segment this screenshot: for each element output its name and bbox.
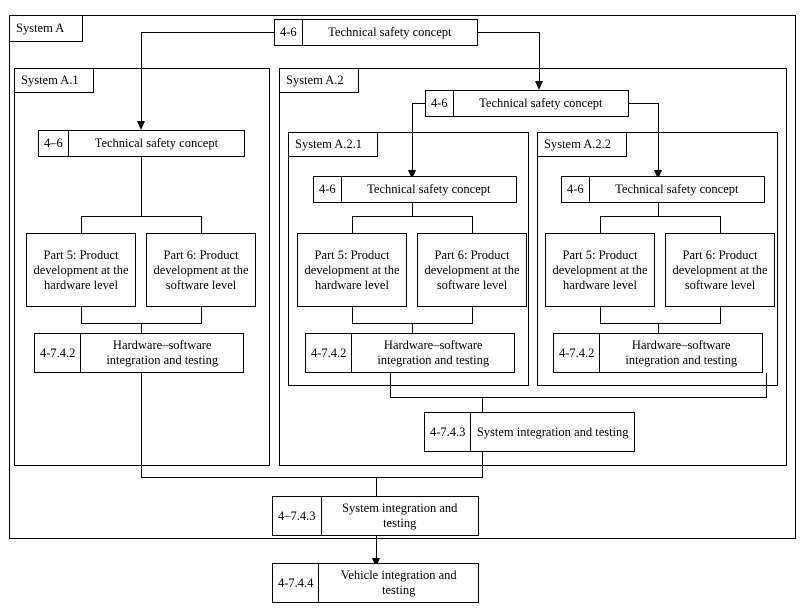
- connector-a21-to-part5: [352, 216, 353, 234]
- connector-to-vehicle-integration: [376, 536, 377, 559]
- clause-number: 4-7.4.2: [554, 334, 601, 372]
- connector-tsc-to-a1-horizontal: [141, 32, 275, 33]
- connector-a21-split-horizontal: [352, 216, 473, 217]
- group-label-system-a2: System A.2: [279, 68, 359, 93]
- connector-a22-split-horizontal: [600, 216, 721, 217]
- clause-number: 4-6: [275, 20, 303, 45]
- box-label: Part 6: Product development at the softw…: [672, 247, 768, 292]
- group-label-system-a21-text: System A.2.1: [295, 137, 363, 152]
- connector-system-a-merge-bus: [141, 477, 483, 478]
- connector-a2-output-down: [482, 452, 483, 478]
- clause-number: 4–6: [39, 131, 69, 156]
- connector-a1-to-part6: [201, 216, 202, 234]
- box-system-integration-system-a[interactable]: 4–7.4.3 System integration and testing: [272, 496, 479, 536]
- connector-a1-split-horizontal: [81, 216, 202, 217]
- box-system-integration-a2[interactable]: 4-7.4.3 System integration and testing: [424, 412, 635, 452]
- box-label: System integration and testing: [342, 501, 458, 530]
- clause-number: 4-7.4.2: [306, 334, 353, 372]
- connector-a22-part5-down: [600, 307, 601, 324]
- group-label-system-a2-text: System A.2: [286, 73, 344, 88]
- box-part6-a1[interactable]: Part 6: Product development at the softw…: [146, 233, 256, 307]
- connector-a21-tsc-down: [412, 203, 413, 217]
- box-part5-a22[interactable]: Part 5: Product development at the hardw…: [545, 233, 655, 307]
- box-technical-safety-concept-a21[interactable]: 4-6 Technical safety concept: [313, 176, 517, 203]
- box-hw-sw-integration-a21[interactable]: 4-7.4.2 Hardware–software integration an…: [305, 333, 515, 373]
- clause-number: 4–7.4.3: [273, 497, 322, 535]
- arrowhead-to-a1-tsc: [136, 121, 145, 130]
- clause-number: 4-7.4.4: [273, 564, 320, 602]
- connector-a2-tsc-to-a22-vertical: [658, 103, 659, 171]
- connector-a1-output-down: [141, 373, 142, 478]
- clause-number: 4-6: [426, 91, 454, 116]
- box-technical-safety-concept-a1[interactable]: 4–6 Technical safety concept: [38, 130, 245, 157]
- group-label-system-a1-text: System A.1: [21, 73, 79, 88]
- connector-a2-tsc-to-a22-horizontal: [628, 103, 659, 104]
- box-label: Hardware–software integration and testin…: [377, 338, 490, 367]
- box-part5-a1[interactable]: Part 5: Product development at the hardw…: [26, 233, 136, 307]
- connector-tsc-to-a2-vertical: [539, 32, 540, 82]
- connector-tsc-to-a1-vertical: [141, 32, 142, 122]
- group-label-system-a22-text: System A.2.2: [544, 137, 612, 152]
- connector-a21-part5-down: [352, 307, 353, 324]
- box-vehicle-integration-testing[interactable]: 4-7.4.4 Vehicle integration and testing: [272, 563, 479, 603]
- diagram-canvas: System A 4-6 Technical safety concept Sy…: [0, 0, 801, 609]
- connector-a21-output-down: [390, 373, 391, 398]
- connector-a1-part6-down: [201, 307, 202, 324]
- box-label: Hardware–software integration and testin…: [625, 338, 738, 367]
- connector-a22-to-part6: [720, 216, 721, 234]
- box-label: Technical safety concept: [367, 182, 491, 197]
- connector-a2-tsc-to-a21-vertical: [412, 103, 413, 171]
- box-label: Part 6: Product development at the softw…: [424, 247, 520, 292]
- clause-number: 4-6: [562, 177, 590, 202]
- box-part6-a21[interactable]: Part 6: Product development at the softw…: [417, 233, 527, 307]
- group-label-system-a22: System A.2.2: [537, 132, 627, 157]
- box-label: Part 5: Product development at the hardw…: [552, 247, 648, 292]
- connector-a21-to-part6: [472, 216, 473, 234]
- box-technical-safety-concept-a2[interactable]: 4-6 Technical safety concept: [425, 90, 629, 117]
- clause-number: 4-7.4.2: [35, 334, 82, 372]
- box-label: Technical safety concept: [479, 96, 603, 111]
- group-label-system-a-text: System A: [16, 21, 65, 36]
- box-label: Part 6: Product development at the softw…: [153, 247, 249, 292]
- connector-a21-part6-down: [472, 307, 473, 324]
- box-label: Hardware–software integration and testin…: [106, 338, 219, 367]
- clause-number: 4-7.4.3: [425, 413, 472, 451]
- box-label: Vehicle integration and testing: [340, 568, 457, 597]
- connector-a22-tsc-down: [658, 203, 659, 217]
- connector-a22-output-down: [766, 373, 767, 398]
- box-part6-a22[interactable]: Part 6: Product development at the softw…: [665, 233, 775, 307]
- box-technical-safety-concept-a22[interactable]: 4-6 Technical safety concept: [561, 176, 765, 203]
- connector-a2-merge-bus: [390, 397, 767, 398]
- box-technical-safety-concept-system-a[interactable]: 4-6 Technical safety concept: [274, 19, 478, 46]
- box-part5-a21[interactable]: Part 5: Product development at the hardw…: [297, 233, 407, 307]
- connector-a1-part5-down: [81, 307, 82, 324]
- box-label: Technical safety concept: [328, 25, 452, 40]
- connector-a22-merge-horizontal: [600, 323, 721, 324]
- box-hw-sw-integration-a22[interactable]: 4-7.4.2 Hardware–software integration an…: [553, 333, 763, 373]
- box-hw-sw-integration-a1[interactable]: 4-7.4.2 Hardware–software integration an…: [34, 333, 244, 373]
- connector-a1-tsc-down: [141, 157, 142, 217]
- group-label-system-a1: System A.1: [14, 68, 94, 93]
- connector-tsc-to-a2-horizontal: [477, 32, 540, 33]
- box-label: Part 5: Product development at the hardw…: [33, 247, 129, 292]
- box-label: Part 5: Product development at the hardw…: [304, 247, 400, 292]
- clause-number: 4-6: [314, 177, 342, 202]
- box-label: System integration and testing: [476, 424, 629, 439]
- connector-a2-tsc-to-a21-horizontal: [412, 103, 426, 104]
- group-label-system-a21: System A.2.1: [288, 132, 378, 157]
- connector-a1-to-part5: [81, 216, 82, 234]
- box-label: Technical safety concept: [94, 136, 219, 151]
- box-label: Technical safety concept: [615, 182, 739, 197]
- group-label-system-a: System A: [9, 15, 83, 42]
- connector-a22-to-part5: [600, 216, 601, 234]
- connector-a22-part6-down: [720, 307, 721, 324]
- arrowhead-to-a2-tsc: [534, 81, 543, 90]
